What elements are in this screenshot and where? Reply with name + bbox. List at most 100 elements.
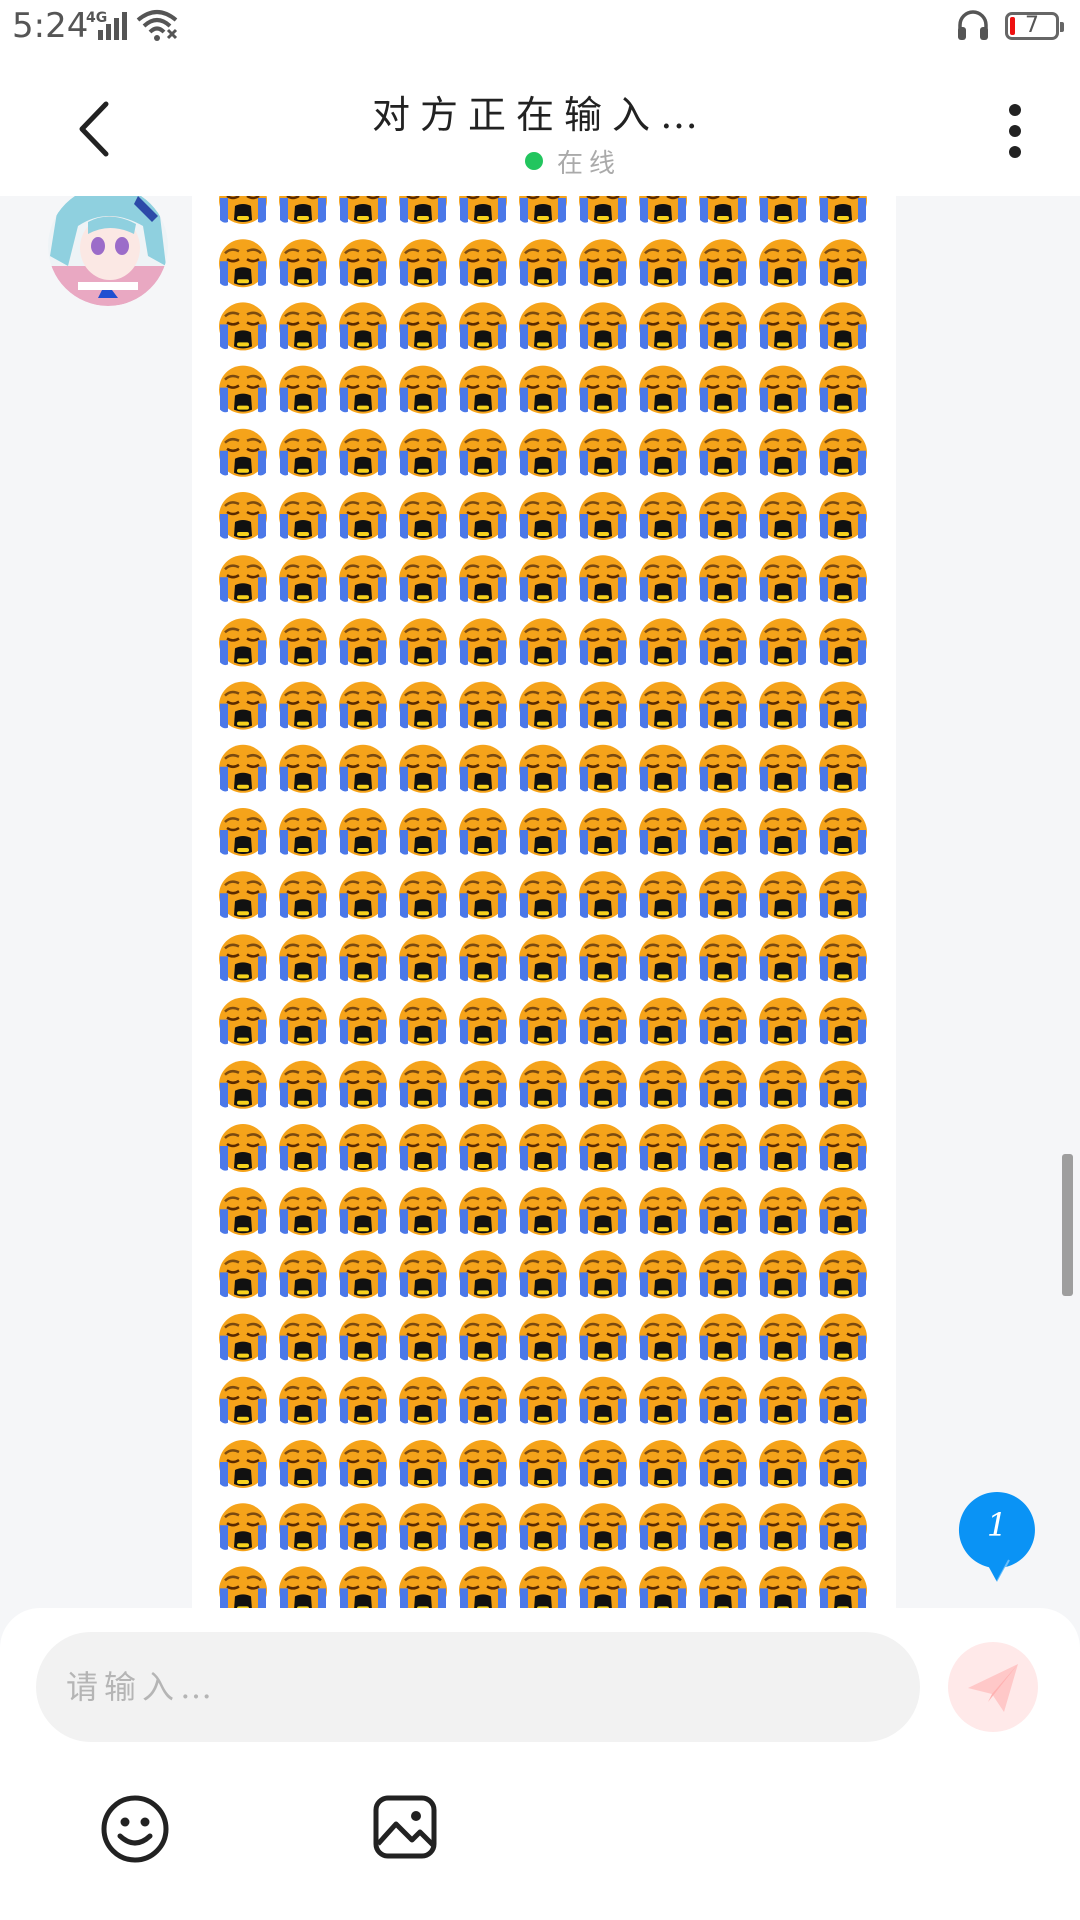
crying-face-emoji <box>217 553 269 605</box>
crying-face-emoji <box>697 196 749 226</box>
crying-face-emoji <box>277 553 329 605</box>
crying-face-emoji <box>277 364 329 415</box>
crying-face-emoji <box>517 1438 569 1490</box>
crying-face-emoji <box>337 1438 389 1490</box>
signal-icon <box>98 12 127 40</box>
crying-face-emoji <box>757 1501 809 1553</box>
crying-face-emoji <box>217 933 269 984</box>
message-input[interactable] <box>36 1632 920 1742</box>
crying-face-emoji <box>337 553 389 605</box>
avatar[interactable] <box>48 196 168 306</box>
online-status-label: 在线 <box>557 148 622 179</box>
crying-face-emoji <box>637 996 689 1047</box>
crying-face-emoji <box>397 1375 449 1427</box>
crying-face-emoji <box>697 427 749 479</box>
crying-face-emoji <box>277 1312 329 1363</box>
crying-face-emoji <box>217 1312 269 1363</box>
crying-face-emoji <box>337 1565 389 1608</box>
crying-face-emoji <box>817 1438 869 1490</box>
crying-face-emoji <box>457 237 509 289</box>
crying-face-emoji <box>517 680 569 731</box>
crying-face-emoji <box>337 1059 389 1111</box>
crying-face-emoji <box>817 933 869 984</box>
crying-face-emoji <box>517 301 569 352</box>
chat-screen: 5:24 4G 7 对方正在输入… 在线 1 请输入… <box>0 0 1080 1920</box>
crying-face-emoji <box>277 1249 329 1300</box>
crying-face-emoji <box>817 996 869 1047</box>
crying-face-emoji <box>517 237 569 289</box>
send-button[interactable] <box>948 1642 1038 1732</box>
crying-face-emoji <box>757 301 809 352</box>
crying-face-emoji <box>397 1249 449 1300</box>
crying-face-emoji <box>457 364 509 415</box>
crying-face-emoji <box>577 996 629 1047</box>
crying-face-emoji <box>637 1438 689 1490</box>
crying-face-emoji <box>817 364 869 415</box>
crying-face-emoji <box>757 1122 809 1174</box>
crying-face-emoji <box>817 490 869 542</box>
crying-face-emoji <box>277 1122 329 1174</box>
unread-badge[interactable]: 1 <box>955 1488 1039 1588</box>
crying-face-emoji <box>637 1185 689 1237</box>
crying-face-emoji <box>577 490 629 542</box>
crying-face-emoji <box>637 1375 689 1427</box>
crying-face-emoji <box>637 1312 689 1363</box>
message-list[interactable]: 1 <box>0 196 1080 1608</box>
crying-face-emoji <box>397 1312 449 1363</box>
crying-face-emoji <box>577 1438 629 1490</box>
crying-face-emoji <box>637 196 689 226</box>
crying-face-emoji <box>757 869 809 921</box>
crying-face-emoji <box>277 869 329 921</box>
crying-face-emoji <box>817 806 869 858</box>
image-icon[interactable] <box>372 1794 438 1860</box>
crying-face-emoji <box>277 301 329 352</box>
chat-header: 对方正在输入… 在线 <box>0 56 1080 196</box>
crying-face-emoji <box>637 743 689 795</box>
crying-face-emoji <box>697 364 749 415</box>
crying-face-emoji <box>757 743 809 795</box>
crying-face-emoji <box>517 1185 569 1237</box>
crying-face-emoji <box>397 1565 449 1608</box>
crying-face-emoji <box>577 196 629 226</box>
back-arrow-icon[interactable] <box>62 94 132 164</box>
crying-face-emoji <box>757 427 809 479</box>
crying-face-emoji <box>637 553 689 605</box>
message-bubble[interactable] <box>192 196 896 1608</box>
crying-face-emoji <box>337 1375 389 1427</box>
status-bar: 5:24 4G 7 <box>0 0 1080 56</box>
crying-face-emoji <box>337 196 389 226</box>
crying-face-emoji <box>277 933 329 984</box>
crying-face-emoji <box>697 553 749 605</box>
crying-face-emoji <box>337 1501 389 1553</box>
crying-face-emoji <box>397 1059 449 1111</box>
battery-level: 7 <box>1025 13 1039 38</box>
crying-face-emoji <box>277 1185 329 1237</box>
crying-face-emoji <box>577 1375 629 1427</box>
crying-face-emoji <box>217 196 269 226</box>
crying-face-emoji <box>277 1059 329 1111</box>
crying-face-emoji <box>637 933 689 984</box>
crying-face-emoji <box>337 869 389 921</box>
crying-face-emoji <box>757 1375 809 1427</box>
crying-face-emoji <box>217 364 269 415</box>
crying-face-emoji <box>697 1312 749 1363</box>
crying-face-emoji <box>637 1501 689 1553</box>
crying-face-emoji <box>517 996 569 1047</box>
crying-face-emoji <box>697 617 749 668</box>
scrollbar[interactable] <box>1062 1154 1073 1296</box>
crying-face-emoji <box>577 617 629 668</box>
crying-face-emoji <box>577 1249 629 1300</box>
crying-face-emoji <box>757 196 809 226</box>
more-vertical-icon[interactable] <box>990 96 1040 166</box>
crying-face-emoji <box>517 617 569 668</box>
crying-face-emoji <box>457 617 509 668</box>
emoji-icon[interactable] <box>100 1794 170 1864</box>
crying-face-emoji <box>517 1565 569 1608</box>
crying-face-emoji <box>397 301 449 352</box>
crying-face-emoji <box>217 1565 269 1608</box>
crying-face-emoji <box>457 743 509 795</box>
crying-face-emoji <box>337 364 389 415</box>
crying-face-emoji <box>457 869 509 921</box>
crying-face-emoji <box>697 301 749 352</box>
crying-face-emoji <box>217 1438 269 1490</box>
